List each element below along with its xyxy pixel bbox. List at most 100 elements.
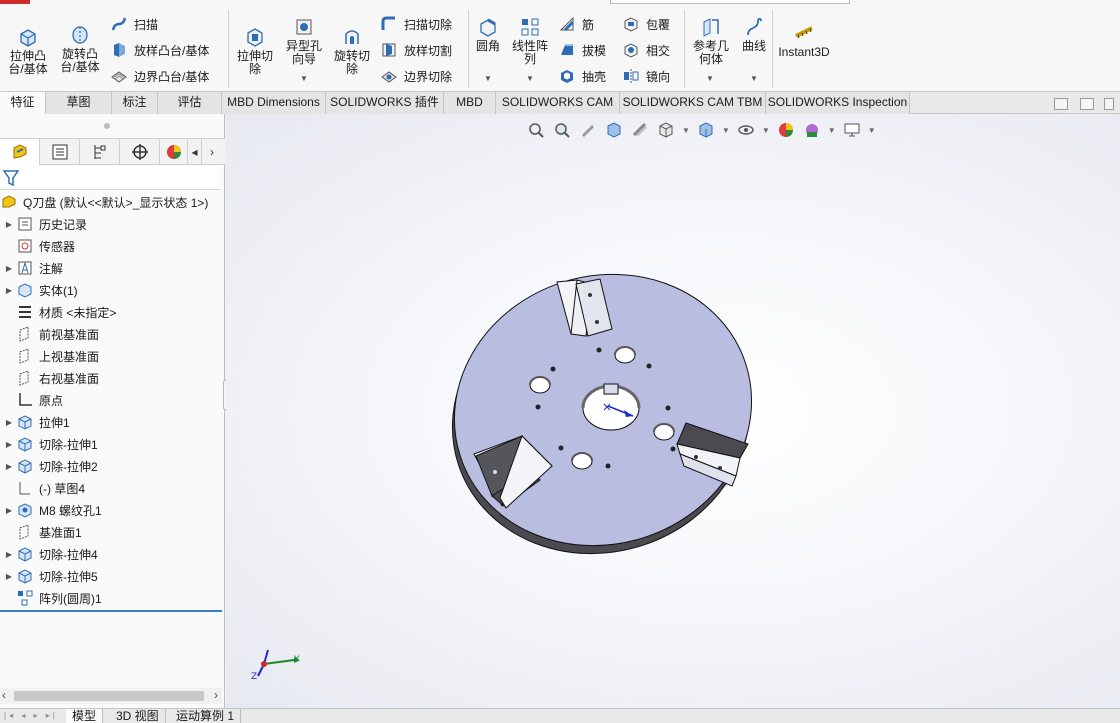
revolve-cut-button[interactable]: 旋转切 除 bbox=[330, 26, 374, 76]
expand-arrow-icon[interactable]: ▶ bbox=[2, 286, 16, 295]
display-manager-tab[interactable] bbox=[160, 139, 188, 165]
intersect-button[interactable]: 相交 bbox=[622, 40, 670, 60]
boundary-cut-button[interactable]: 边界切除 bbox=[380, 66, 452, 86]
tab-mbd[interactable]: MBD bbox=[444, 92, 496, 114]
tree-item[interactable]: 基准面1 bbox=[2, 522, 82, 542]
graphics-area[interactable]: ▼ ▼ ▼ ▼ ▼ Y Z bbox=[226, 114, 1120, 708]
extrude-boss-button[interactable]: 拉伸凸 台/基体 bbox=[6, 26, 50, 76]
tab-features[interactable]: 特征 bbox=[0, 92, 46, 114]
scroll-right-icon[interactable]: › bbox=[214, 688, 218, 702]
rollback-bar[interactable] bbox=[0, 610, 222, 612]
tab-solidworks-cam-tbm[interactable]: SOLIDWORKS CAM TBM bbox=[620, 92, 766, 114]
restore-view-button[interactable] bbox=[1054, 98, 1068, 110]
expand-arrow-icon[interactable]: ▶ bbox=[2, 506, 16, 515]
title-search-box[interactable] bbox=[610, 0, 850, 4]
boundary-boss-button[interactable]: 边界凸台/基体 bbox=[110, 66, 209, 86]
panel-scroll-right[interactable]: › bbox=[202, 139, 222, 165]
mirror-button[interactable]: 镜向 bbox=[622, 66, 670, 86]
instant3d-button[interactable]: Instant3D bbox=[776, 22, 832, 59]
tab-sketch[interactable]: 草图 bbox=[46, 92, 112, 114]
tree-item[interactable]: 原点 bbox=[2, 390, 63, 410]
reference-geometry-button[interactable]: 参考几 何体 bbox=[688, 16, 734, 66]
tree-item[interactable]: 传感器 bbox=[2, 236, 75, 256]
reference-geometry-dropdown[interactable]: ▼ bbox=[706, 74, 714, 83]
swept-cut-button[interactable]: 扫描切除 bbox=[380, 14, 452, 34]
tree-item[interactable]: ▶ 切除-拉伸1 bbox=[2, 434, 98, 454]
expand-arrow-icon[interactable]: ▶ bbox=[2, 440, 16, 449]
tab-scroll-arrows-icon[interactable]: |◂ ◂ ▸ ▸| bbox=[4, 711, 58, 720]
tab-solidworks-inspection[interactable]: SOLIDWORKS Inspection bbox=[766, 92, 910, 114]
tree-item[interactable]: ▶ 实体(1) bbox=[2, 280, 78, 300]
wrap-button[interactable]: 包覆 bbox=[622, 14, 670, 34]
tab-model[interactable]: 模型 bbox=[66, 709, 104, 723]
tab-motion-study-1[interactable]: 运动算例 1 bbox=[170, 709, 242, 723]
expand-arrow-icon[interactable]: ▶ bbox=[2, 572, 16, 581]
tab-solidworks-addins[interactable]: SOLIDWORKS 插件 bbox=[326, 92, 444, 114]
tree-root[interactable]: Q刀盘 (默认<<默认>_显示状态 1>) bbox=[0, 192, 208, 212]
draft-icon bbox=[561, 44, 573, 55]
expand-arrow-icon[interactable]: ▶ bbox=[2, 264, 16, 273]
extrude-cut-button[interactable]: 拉伸切 除 bbox=[234, 26, 276, 76]
tree-item-icon bbox=[16, 281, 34, 299]
shell-button[interactable]: 抽壳 bbox=[558, 66, 606, 86]
fillet-button[interactable]: 圆角 bbox=[472, 16, 504, 53]
tree-item-icon bbox=[16, 435, 34, 453]
sweep-button[interactable]: 扫描 bbox=[110, 14, 158, 34]
tree-item[interactable]: 上视基准面 bbox=[2, 346, 99, 366]
tree-item[interactable]: ▶ M8 螺纹孔1 bbox=[2, 500, 102, 520]
part-model[interactable] bbox=[226, 114, 1120, 708]
close-view-button[interactable] bbox=[1104, 98, 1114, 110]
hole-wizard-dropdown[interactable]: ▼ bbox=[300, 74, 308, 83]
tree-item[interactable]: ▶ 注解 bbox=[2, 258, 63, 278]
sweep-label: 扫描 bbox=[134, 17, 159, 32]
property-manager-tab[interactable] bbox=[40, 139, 80, 165]
expand-arrow-icon[interactable]: ▶ bbox=[2, 220, 16, 229]
scrollbar-thumb[interactable] bbox=[14, 691, 204, 701]
tree-item[interactable]: ▶ 拉伸1 bbox=[2, 412, 70, 432]
curves-icon bbox=[747, 17, 762, 36]
curves-dropdown[interactable]: ▼ bbox=[750, 74, 758, 83]
tree-item[interactable]: 前视基准面 bbox=[2, 324, 99, 344]
tree-item[interactable]: 右视基准面 bbox=[2, 368, 99, 388]
draft-button[interactable]: 拔模 bbox=[558, 40, 606, 60]
tree-item[interactable]: ▶ 切除-拉伸2 bbox=[2, 456, 98, 476]
hole-wizard-button[interactable]: 异型孔 向导 bbox=[282, 16, 326, 66]
horizontal-scrollbar[interactable]: ‹ › bbox=[0, 688, 222, 704]
panel-scroll-left[interactable]: ◂ bbox=[188, 139, 202, 165]
loft-boss-button[interactable]: 放样凸台/基体 bbox=[110, 40, 209, 60]
curves-button[interactable]: 曲线 bbox=[738, 16, 770, 53]
tab-evaluate[interactable]: 评估 bbox=[158, 92, 222, 114]
tab-mbd-dimensions[interactable]: MBD Dimensions bbox=[222, 92, 326, 114]
dimxpert-manager-tab[interactable] bbox=[120, 139, 160, 165]
tab-3d-views[interactable]: 3D 视图 bbox=[110, 709, 166, 723]
tree-item-icon bbox=[16, 479, 34, 497]
tree-root-label: Q刀盘 (默认<<默认>_显示状态 1>) bbox=[23, 195, 209, 210]
swept-cut-icon bbox=[381, 16, 395, 30]
fillet-dropdown[interactable]: ▼ bbox=[484, 74, 492, 83]
expand-arrow-icon[interactable]: ▶ bbox=[2, 462, 16, 471]
expand-arrow-icon[interactable]: ▶ bbox=[2, 550, 16, 559]
panel-grip[interactable] bbox=[104, 123, 110, 129]
configuration-manager-tab[interactable] bbox=[80, 139, 120, 165]
feature-manager-tab[interactable] bbox=[0, 139, 40, 165]
expand-arrow-icon[interactable]: ▶ bbox=[2, 418, 16, 427]
tree-item-label: M8 螺纹孔1 bbox=[39, 503, 102, 518]
fillet-icon bbox=[480, 18, 496, 37]
tree-item[interactable]: ▶ 切除-拉伸5 bbox=[2, 566, 98, 586]
rib-button[interactable]: 筋 bbox=[558, 14, 594, 34]
lofted-cut-button[interactable]: 放样切割 bbox=[380, 40, 452, 60]
linear-pattern-button[interactable]: 线性阵 列 bbox=[508, 16, 552, 66]
tree-item[interactable]: 材质 <未指定> bbox=[2, 302, 116, 322]
tree-item[interactable]: (-) 草图4 bbox=[2, 478, 85, 498]
tree-item[interactable]: ▶ 切除-拉伸4 bbox=[2, 544, 98, 564]
linear-pattern-dropdown[interactable]: ▼ bbox=[526, 74, 534, 83]
tree-item[interactable]: 阵列(圆周)1 bbox=[2, 588, 102, 608]
tree-filter[interactable] bbox=[0, 166, 220, 190]
tab-solidworks-cam[interactable]: SOLIDWORKS CAM bbox=[496, 92, 620, 114]
tab-markup[interactable]: 标注 bbox=[112, 92, 158, 114]
scroll-left-icon[interactable]: ‹ bbox=[2, 688, 6, 702]
tree-item[interactable]: ▶ 历史记录 bbox=[2, 214, 87, 234]
tree-item-icon bbox=[16, 413, 34, 431]
revolve-boss-button[interactable]: 旋转凸 台/基体 bbox=[56, 24, 104, 74]
tile-view-button[interactable] bbox=[1080, 98, 1094, 110]
